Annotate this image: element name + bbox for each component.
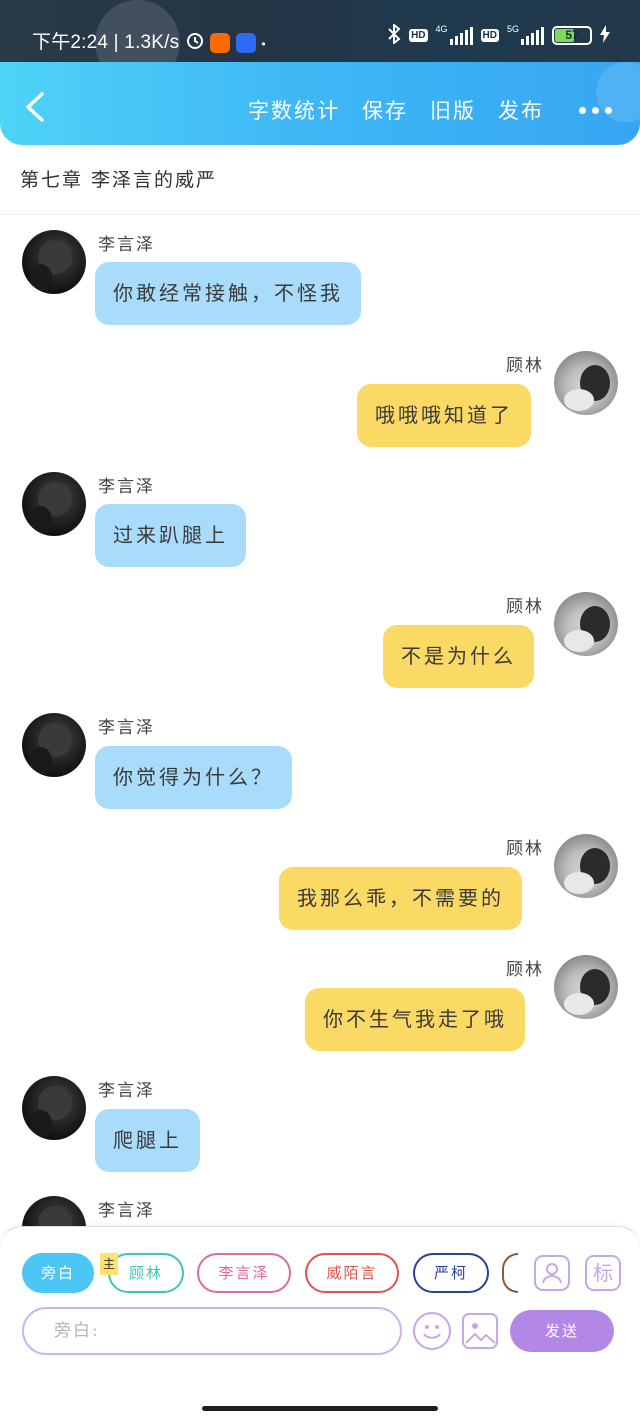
avatar-li-yanze[interactable] (22, 713, 86, 777)
network-type-1: 4G (435, 24, 448, 34)
avatar-li-yanze[interactable] (22, 1076, 86, 1140)
avatar-gu-lin[interactable] (554, 834, 618, 898)
emoji-icon[interactable] (413, 1312, 451, 1350)
message-bubble-right[interactable]: 我那么乖，不需要的 (279, 867, 522, 930)
signal-icon (449, 26, 473, 45)
message-bubble-right[interactable]: 不是为什么 (383, 625, 534, 688)
old-version-button[interactable]: 旧版 (430, 95, 476, 125)
sender-name: 李言泽 (98, 1081, 155, 1101)
sender-name: 李言泽 (98, 235, 155, 255)
status-left: 下午2:24 | 1.3K/s • (32, 27, 266, 56)
bluetooth-icon (387, 22, 401, 47)
add-role-icon[interactable] (534, 1255, 570, 1291)
avatar-li-yanze[interactable] (22, 472, 86, 536)
sender-name: 李言泽 (98, 1201, 155, 1221)
word-count-button[interactable]: 字数统计 (248, 95, 340, 125)
message-bubble-left[interactable]: 过来趴腿上 (95, 504, 246, 567)
role-chip-wei-moyan[interactable]: 威陌言 (305, 1253, 399, 1293)
role-chip-gu-lin[interactable]: 顾林 (108, 1253, 184, 1293)
send-button[interactable]: 发送 (510, 1310, 614, 1352)
mi-app-icon (210, 32, 231, 53)
avatar-li-yanze[interactable] (22, 230, 86, 294)
editor-header: 字数统计 保存 旧版 发布 (0, 62, 640, 145)
status-right: HD 4G HD 5G 57 (387, 22, 610, 47)
signal-icon-2 (521, 26, 544, 45)
sender-name: 顾林 (506, 960, 544, 980)
home-indicator[interactable] (202, 1406, 438, 1411)
sender-name: 顾林 (506, 839, 544, 859)
battery-level: 57 (565, 28, 579, 42)
status-separator: | (113, 32, 119, 53)
sender-name: 李言泽 (98, 718, 155, 738)
hd-badge-2: HD (480, 29, 499, 42)
role-chip-li-yanze[interactable]: 李言泽 (197, 1253, 291, 1293)
status-bar: 下午2:24 | 1.3K/s • HD 4G HD 5G 57 (0, 0, 640, 85)
message-bubble-right[interactable]: 哦哦哦知道了 (357, 384, 531, 447)
top-area: 下午2:24 | 1.3K/s • HD 4G HD 5G 57 字数统计 保存… (0, 0, 640, 145)
chapter-title[interactable]: 第七章 李泽言的威严 (20, 165, 217, 192)
message-bubble-left[interactable]: 爬腿上 (95, 1109, 200, 1172)
message-bubble-right[interactable]: 你不生气我走了哦 (305, 988, 525, 1051)
more-icon[interactable] (579, 107, 612, 114)
hd-badge-1: HD (409, 29, 428, 42)
baidu-app-icon (235, 32, 256, 53)
battery-icon: 57 (552, 26, 592, 45)
network-speed: 1.3K/s (124, 32, 180, 53)
avatar-gu-lin[interactable] (554, 955, 618, 1019)
header-actions: 字数统计 保存 旧版 发布 (248, 95, 544, 125)
alarm-icon (185, 30, 205, 56)
save-button[interactable]: 保存 (362, 95, 408, 125)
sender-name: 顾林 (506, 597, 544, 617)
system-nav-bar (0, 1356, 640, 1422)
sender-name: 李言泽 (98, 477, 155, 497)
charging-icon (600, 25, 610, 46)
status-time: 下午2:24 (32, 32, 109, 53)
role-chip-narration[interactable]: 旁白 (22, 1253, 94, 1293)
role-chip-yan-ke[interactable]: 严柯 (413, 1253, 489, 1293)
avatar-gu-lin[interactable] (554, 351, 618, 415)
sender-name: 顾林 (506, 356, 544, 376)
image-icon[interactable] (462, 1313, 498, 1349)
message-bubble-left[interactable]: 你敢经常接触，不怪我 (95, 262, 361, 325)
network-type-2: 5G (506, 24, 519, 34)
back-arrow-icon[interactable] (22, 92, 50, 122)
avatar-gu-lin[interactable] (554, 592, 618, 656)
message-bubble-left[interactable]: 你觉得为什么？ (95, 746, 292, 809)
tag-icon[interactable]: 标 (585, 1255, 621, 1291)
main-role-tag: 主 (100, 1253, 118, 1275)
message-input[interactable]: 旁白: (22, 1307, 402, 1355)
publish-button[interactable]: 发布 (498, 95, 544, 125)
divider (0, 214, 640, 215)
status-dot: • (261, 37, 266, 51)
